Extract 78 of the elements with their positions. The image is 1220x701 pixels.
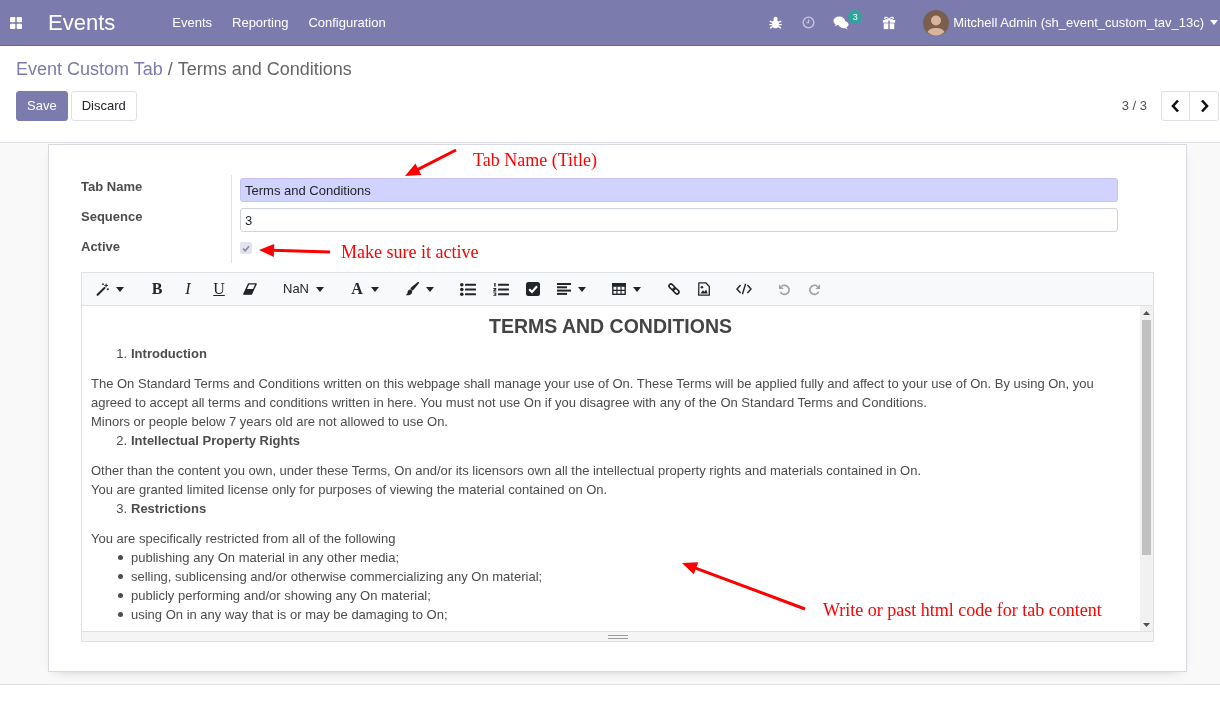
redo-icon bbox=[808, 282, 821, 296]
caret-icon[interactable] bbox=[1210, 20, 1218, 25]
paragraph-text: You are granted limited license only for purposes of viewing the material contained on On. bbox=[91, 481, 609, 499]
next-button[interactable] bbox=[1190, 91, 1219, 121]
checkbox[interactable] bbox=[240, 242, 252, 254]
text-field[interactable]: Terms and Conditions bbox=[240, 178, 1118, 202]
bullet-icon bbox=[118, 612, 123, 617]
code-icon bbox=[736, 283, 752, 295]
section-title: Intellectual Property Rights bbox=[131, 432, 301, 450]
bullet-icon bbox=[118, 593, 123, 598]
section-title: Restrictions bbox=[131, 500, 207, 518]
message-count-badge: 3 bbox=[848, 9, 863, 24]
link-icon bbox=[667, 282, 681, 296]
bullet-icon bbox=[118, 555, 123, 560]
list-number: 1. bbox=[116, 345, 127, 363]
eraser-icon bbox=[243, 283, 257, 295]
avatar-icon[interactable] bbox=[923, 9, 950, 36]
underline-button[interactable]: U bbox=[208, 277, 230, 301]
chat-bubbles-icon[interactable] bbox=[833, 15, 850, 30]
scrollbar[interactable] bbox=[1140, 306, 1153, 631]
previous-button[interactable] bbox=[1161, 91, 1190, 121]
checklist-icon bbox=[526, 282, 540, 296]
menu-item[interactable]: Events bbox=[162, 12, 222, 33]
pager-counter: 3 / 3 bbox=[1121, 97, 1147, 116]
paragraph-text: Other than the content you own, under these Terms, On and/or its licensors own all the intellectual property rights and materials contained in On. bbox=[91, 462, 923, 480]
list-number: 2. bbox=[116, 432, 127, 450]
grip-icon bbox=[607, 634, 628, 639]
user-menu[interactable]: Mitchell Admin (sh_event_custom_tav_13c) bbox=[953, 12, 1204, 33]
image-icon bbox=[698, 282, 710, 296]
scroll-down-icon[interactable] bbox=[1143, 623, 1150, 627]
paintbrush-icon bbox=[405, 282, 419, 296]
list-number: 3. bbox=[116, 500, 127, 518]
breadcrumb-separator: / bbox=[167, 58, 173, 81]
annotation-arrow bbox=[259, 243, 331, 257]
numbered-list-icon bbox=[493, 282, 509, 296]
list-item-text: using On in any way that is or may be damaging to On; bbox=[131, 606, 448, 624]
paragraph-text: The On Standard Terms and Conditions written on this webpage shall manage your use of On. These Terms will be applied fully and affect to your use of On. By using On, you agreed to accept all terms and conditions written in here. You must not use On if you disagree with any of the On Standard Terms and Conditions. bbox=[91, 375, 1095, 412]
menu-item[interactable]: Configuration bbox=[298, 12, 396, 33]
save-button[interactable]: Save bbox=[16, 91, 68, 121]
bullet-icon bbox=[118, 574, 123, 579]
font-size-dropdown[interactable]: NaN bbox=[279, 277, 328, 301]
text-color-dropdown[interactable]: A bbox=[346, 277, 383, 301]
list-item-text: publicly performing and/or showing any On material; bbox=[131, 587, 431, 605]
breadcrumb-current: Terms and Conditions bbox=[177, 58, 352, 81]
menu-item[interactable]: Reporting bbox=[222, 12, 299, 33]
document-heading: TERMS AND CONDITIONS bbox=[488, 314, 733, 339]
undo-icon bbox=[778, 282, 791, 296]
scroll-up-icon[interactable] bbox=[1143, 311, 1150, 315]
table-icon bbox=[612, 283, 626, 295]
field-label: Tab Name bbox=[81, 178, 144, 196]
bullet-list-icon bbox=[460, 282, 476, 296]
chevron-left-icon bbox=[1171, 99, 1180, 113]
chevron-right-icon bbox=[1199, 99, 1209, 113]
annotation-text: Tab Name (Title) bbox=[473, 150, 598, 171]
field-label: Active bbox=[81, 238, 122, 256]
text-field[interactable]: 3 bbox=[240, 208, 1118, 232]
scrollbar-thumb[interactable] bbox=[1142, 320, 1151, 555]
section-title: Introduction bbox=[131, 345, 207, 363]
gift-icon[interactable] bbox=[882, 15, 897, 30]
annotation-text: Make sure it active bbox=[341, 242, 479, 263]
paragraph-text: Minors or people below 7 years old are not allowed to use On. bbox=[91, 413, 449, 431]
field-label: Sequence bbox=[81, 208, 144, 226]
magic-wand-icon bbox=[96, 282, 109, 296]
breadcrumb-link[interactable]: Event Custom Tab bbox=[16, 56, 163, 82]
list-item-text: publishing any On material in any other media; bbox=[131, 549, 400, 567]
app-title: Events bbox=[48, 8, 116, 37]
list-item-text: selling, sublicensing and/or otherwise commercializing any On material; bbox=[131, 568, 543, 586]
checkmark-icon bbox=[242, 244, 250, 252]
bold-button[interactable]: B bbox=[146, 277, 168, 301]
annotation-text: Write or past html code for tab content bbox=[823, 600, 1102, 621]
align-left-icon bbox=[557, 283, 571, 295]
paragraph-text: You are specifically restricted from all of the following bbox=[91, 530, 397, 548]
discard-button[interactable]: Discard bbox=[70, 91, 137, 121]
annotation-arrow bbox=[405, 148, 457, 176]
resize-handle[interactable] bbox=[82, 631, 1153, 641]
italic-button[interactable]: I bbox=[177, 277, 199, 301]
apps-grid-icon[interactable] bbox=[10, 16, 22, 29]
bug-icon[interactable] bbox=[769, 16, 783, 29]
